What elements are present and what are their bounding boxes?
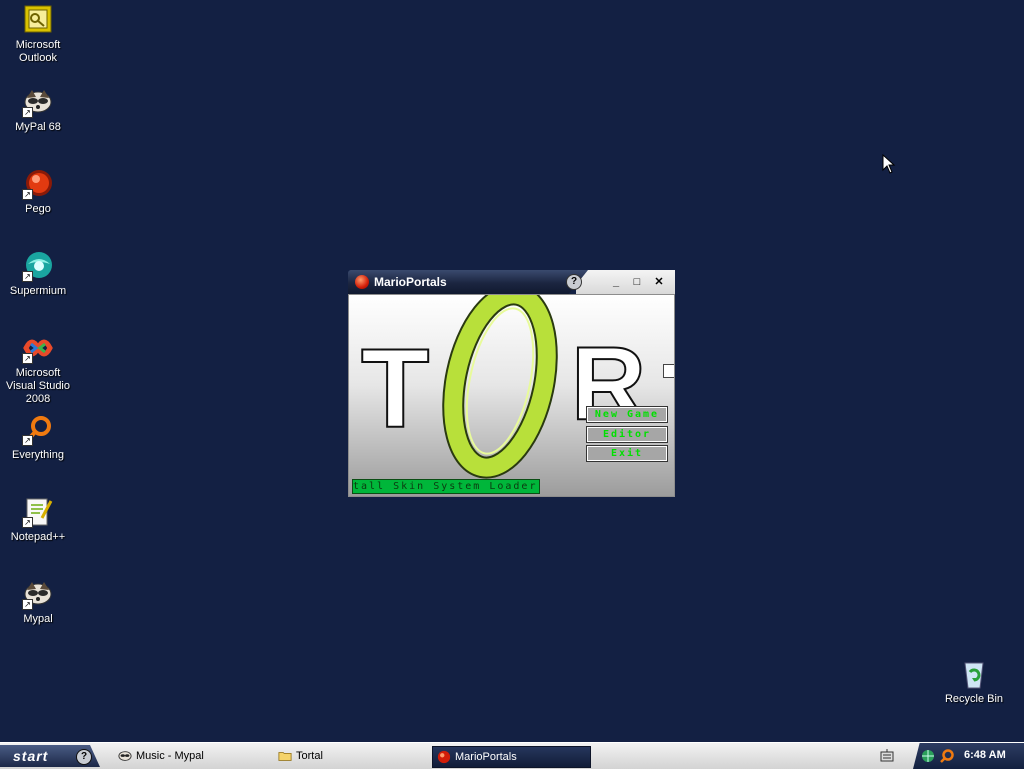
editor-button[interactable]: Editor	[586, 426, 668, 443]
desktop-icon-everything[interactable]: ↗ Everything	[0, 414, 76, 462]
desktop-icon-label: Pego	[25, 203, 51, 215]
logo-letter-t: T	[361, 326, 429, 451]
pego-icon: ↗	[22, 168, 54, 200]
status-bar: tall Skin System Loader	[352, 479, 540, 494]
system-tray: 6:48 AM	[913, 743, 1024, 769]
desktop-icon-label: Supermium	[9, 285, 67, 297]
desktop-icon-recycle-bin[interactable]: Recycle Bin	[936, 658, 1012, 706]
maximize-button[interactable]: □	[629, 275, 645, 289]
supermium-icon: ↗	[22, 250, 54, 282]
search-icon[interactable]	[939, 748, 955, 764]
visual-studio-icon: ↗	[22, 332, 54, 364]
raccoon-icon	[118, 751, 132, 761]
shortcut-arrow-icon: ↗	[22, 599, 33, 610]
taskbar-item-label: Music - Mypal	[136, 750, 204, 762]
network-icon[interactable]	[921, 749, 935, 763]
desktop-icon-label: Microsoft Outlook	[15, 39, 61, 64]
shortcut-arrow-icon: ↗	[22, 189, 33, 200]
notepad-plus-plus-icon: ↗	[22, 496, 54, 528]
desktop-icon-supermium[interactable]: ↗ Supermium	[0, 250, 76, 298]
start-orb-icon: ?	[76, 749, 92, 765]
start-button[interactable]: start ?	[0, 745, 100, 767]
folder-icon	[278, 752, 292, 761]
close-button[interactable]: ✕	[651, 275, 667, 289]
clock[interactable]: 6:48 AM	[964, 749, 1006, 761]
taskbar-item-label: Tortal	[296, 750, 323, 762]
shortcut-arrow-icon: ↗	[22, 271, 33, 282]
mouse-cursor-icon	[882, 154, 896, 174]
exit-button[interactable]: Exit	[586, 445, 668, 462]
taskbar-item-label: MarioPortals	[455, 751, 517, 763]
desktop-icon-label: Microsoft Visual Studio 2008	[5, 367, 70, 405]
raccoon-icon: ↗	[22, 86, 54, 118]
shortcut-arrow-icon: ↗	[22, 517, 33, 528]
everything-icon: ↗	[22, 414, 54, 446]
desktop-icon-label: MyPal 68	[15, 121, 61, 133]
mario-portals-icon	[437, 750, 451, 764]
mario-portals-window[interactable]: MarioPortals ? _ □ ✕ T R New Game Editor…	[348, 270, 675, 497]
taskbar-item-tortal[interactable]: Tortal	[274, 746, 424, 766]
taskbar-item-marioportals[interactable]: MarioPortals	[432, 746, 591, 768]
desktop-icon-mypal-68[interactable]: ↗ MyPal 68	[0, 86, 76, 134]
mario-portals-icon[interactable]	[355, 275, 369, 289]
shortcut-arrow-icon: ↗	[22, 435, 33, 446]
desktop-icon-label: Mypal	[23, 613, 53, 625]
help-button[interactable]: ?	[566, 274, 582, 290]
title-bar[interactable]: MarioPortals ? _ □ ✕	[348, 270, 675, 294]
desktop-icon-mypal[interactable]: ↗ Mypal	[0, 578, 76, 626]
desktop-icon-pego[interactable]: ↗ Pego	[0, 168, 76, 216]
minimize-button[interactable]: _	[608, 275, 624, 289]
logo-letter-r: R	[571, 326, 646, 442]
desktop-icon-outlook[interactable]: Microsoft Outlook	[0, 4, 76, 65]
portal-ring-icon	[442, 295, 558, 479]
window-title: MarioPortals	[374, 275, 447, 289]
outlook-icon	[22, 4, 54, 36]
taskbar-item-music-mypal[interactable]: Music - Mypal	[114, 746, 264, 766]
desktop-icon-label: Notepad++	[10, 531, 66, 543]
start-label: start	[13, 748, 49, 764]
desktop-icon-label: Everything	[12, 449, 64, 461]
desktop-icon-label: Recycle Bin	[944, 693, 1004, 705]
taskbar: start ? Music - Mypal Tortal MarioPortal…	[0, 742, 1024, 769]
desktop-icon-notepad-plus-plus[interactable]: ↗ Notepad++	[0, 496, 76, 544]
new-game-button[interactable]: New Game	[586, 406, 668, 423]
desktop-icon-visual-studio-2008[interactable]: ↗ Microsoft Visual Studio 2008	[0, 332, 76, 406]
shortcut-arrow-icon: ↗	[22, 107, 33, 118]
keyboard-icon[interactable]	[880, 749, 894, 763]
raccoon-icon: ↗	[22, 578, 54, 610]
window-body: T R New Game Editor Exit tall Skin Syste…	[348, 294, 675, 497]
side-tab	[663, 364, 674, 378]
recycle-bin-icon	[958, 658, 990, 690]
shortcut-arrow-icon: ↗	[22, 353, 33, 364]
